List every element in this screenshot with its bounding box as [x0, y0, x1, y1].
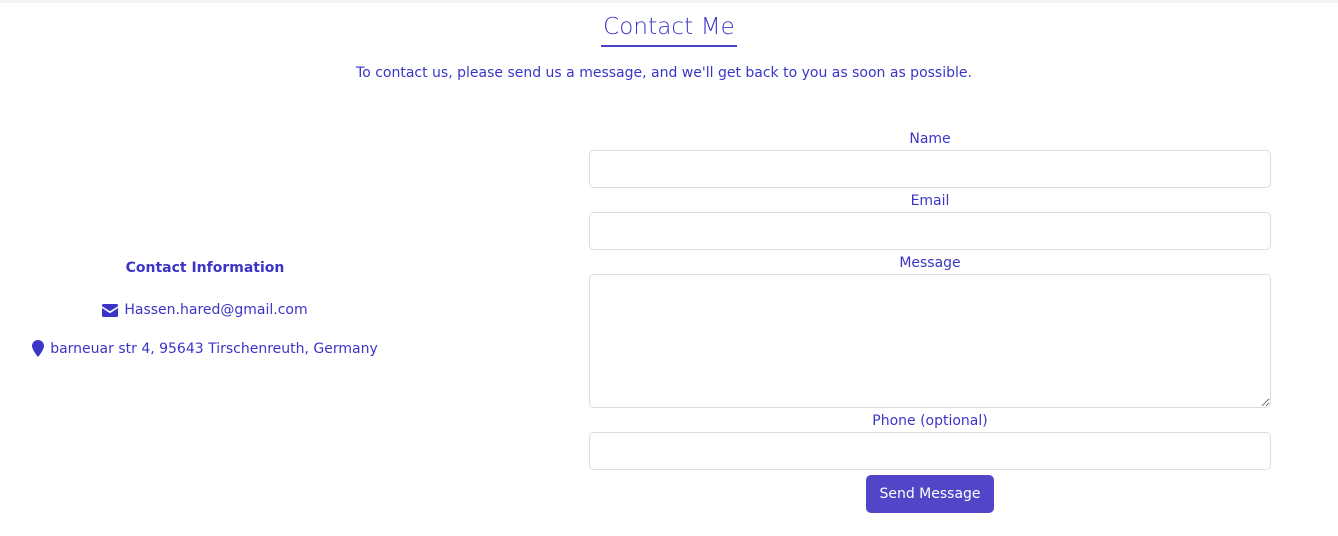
name-input[interactable] [589, 150, 1271, 188]
map-marker-icon [32, 340, 45, 357]
contact-email[interactable]: Hassen.hared@gmail.com [124, 302, 307, 318]
contact-email-row: Hassen.hared@gmail.com [0, 302, 410, 318]
contact-address: barneuar str 4, 95643 Tirschenreuth, Ger… [50, 340, 378, 357]
phone-label: Phone (optional) [872, 413, 988, 429]
contact-address-row: barneuar str 4, 95643 Tirschenreuth, Ger… [0, 340, 410, 357]
top-strip [0, 0, 1338, 3]
email-label: Email [910, 193, 950, 209]
message-textarea[interactable] [589, 274, 1271, 408]
phone-input[interactable] [589, 432, 1271, 470]
email-input[interactable] [589, 212, 1271, 250]
name-label: Name [909, 131, 951, 147]
envelope-icon [102, 303, 119, 317]
contact-form: Name Email Message Phone (optional) Send… [589, 129, 1271, 513]
page-title: Contact Me [0, 14, 1338, 47]
page-subtitle: To contact us, please send us a message,… [356, 65, 972, 81]
send-message-button[interactable]: Send Message [866, 475, 994, 513]
submit-wrapper: Send Message [589, 475, 1271, 513]
contact-info-panel: Contact Information Hassen.hared@gmail.c… [0, 260, 410, 357]
contact-info-heading: Contact Information [125, 260, 285, 276]
message-label: Message [899, 255, 961, 271]
